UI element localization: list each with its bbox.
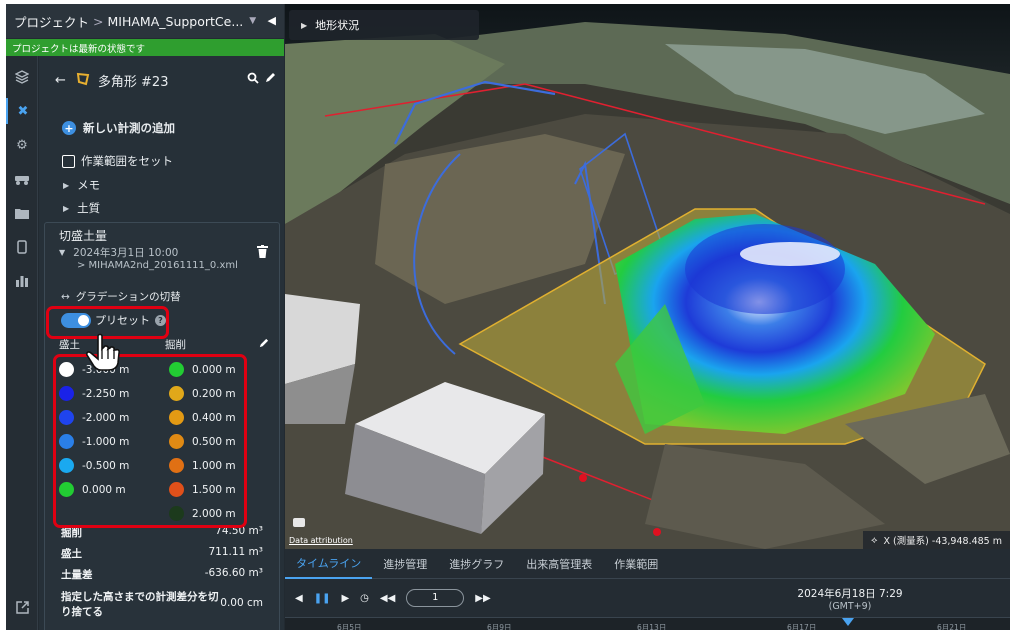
speed-input[interactable]: 1	[406, 589, 465, 607]
timeline-tab[interactable]: 作業範囲	[603, 549, 669, 579]
stat-label: 盛土	[61, 548, 82, 560]
device-icon[interactable]	[6, 234, 38, 260]
chart-icon[interactable]	[6, 268, 38, 294]
timeline-tick-label: 6月13日	[637, 623, 667, 630]
app-window: プロジェクト > MIHAMA_SupportCe... ▼ ◀ プロジェクトは…	[6, 4, 1010, 630]
add-measurement-label: 新しい計測の追加	[83, 121, 175, 135]
soil-label: 土質	[77, 201, 101, 215]
rewind-icon[interactable]: ◀◀	[380, 593, 395, 604]
coordinate-value: X (測量系) -43,948.485 m	[883, 536, 1002, 547]
cut-header: 掘削	[165, 339, 186, 351]
timeline-tab[interactable]: タイムライン	[285, 549, 373, 579]
gradient-toggle-row[interactable]: ↔ グラデーションの切替	[61, 289, 181, 304]
timeline-tab[interactable]: 出来高管理表	[515, 549, 603, 579]
timeline-tabs: タイムライン 進捗管理 進捗グラフ 出来高管理表 作業範囲	[285, 549, 1010, 579]
terrain-status-label: 地形状況	[315, 19, 360, 32]
memo-section[interactable]: ▶ メモ	[63, 177, 100, 193]
plus-icon: +	[62, 121, 76, 135]
timeline-panel: タイムライン 進捗管理 進捗グラフ 出来高管理表 作業範囲 ◀ ❚❚ ▶ ◷ ◀◀ 1 …	[285, 549, 1010, 630]
timezone: (GMT+9)	[828, 601, 872, 612]
tool-rail: ✖ ⚙	[6, 56, 38, 630]
trash-icon[interactable]	[257, 245, 268, 258]
terrain-map-viewport[interactable]: ▶ 地形状況 Data attribution ⟡ X (測量系) -43,94…	[285, 4, 1010, 549]
timeline-tick-label: 6月5日	[337, 623, 362, 630]
gradient-toggle-label: グラデーションの切替	[75, 291, 181, 303]
stat-value: -636.60 m³	[204, 567, 263, 579]
step-back-icon[interactable]: ◀	[295, 593, 303, 604]
stat-label: 土量差	[61, 569, 93, 581]
pause-icon[interactable]: ❚❚	[314, 593, 331, 604]
card-date: 2024年3月1日 10:00	[73, 247, 179, 259]
data-attribution-link[interactable]: Data attribution	[289, 536, 353, 545]
caret-right-icon: ▶	[301, 20, 308, 30]
legend-highlight	[53, 354, 247, 528]
camera-icon[interactable]	[293, 518, 305, 527]
cutoff-label-2: り捨てる	[61, 606, 103, 618]
crosshair-icon: ⟡	[871, 534, 878, 546]
timeline-tick-label: 6月21日	[937, 623, 967, 630]
stat-value: 711.11 m³	[208, 546, 263, 558]
breadcrumb-project[interactable]: プロジェクト	[14, 12, 89, 31]
play-icon[interactable]: ▶	[341, 593, 349, 604]
hand-cursor-icon	[86, 333, 120, 374]
folder-icon[interactable]	[6, 200, 38, 226]
pencil-icon[interactable]	[264, 72, 276, 84]
gear-icon[interactable]: ⚙	[6, 132, 38, 158]
page-title: 多角形 #23	[97, 75, 169, 90]
caret-right-icon: ▶	[63, 180, 70, 190]
terrain-scene	[285, 4, 1010, 549]
add-measurement-button[interactable]: + 新しい計測の追加	[62, 120, 175, 136]
project-name[interactable]: MIHAMA_SupportCe...	[108, 14, 244, 29]
fill-header: 盛土	[59, 339, 80, 351]
timeline-tab[interactable]: 進捗グラフ	[438, 549, 515, 579]
checkbox-icon	[62, 154, 75, 168]
vehicle-icon[interactable]	[6, 166, 38, 192]
edit-legend-icon[interactable]	[258, 338, 269, 349]
caret-right-icon: ▶	[63, 203, 70, 213]
arrow-left-icon[interactable]: ←	[55, 73, 66, 88]
caret-down-icon: ▼	[59, 248, 66, 257]
work-area-label: 作業範囲をセット	[81, 154, 173, 168]
export-icon[interactable]	[6, 594, 38, 620]
fast-forward-icon[interactable]: ▶▶	[475, 593, 490, 604]
timeline-ruler[interactable]: 6月5日 6月9日 6月13日 6月17日 6月21日	[285, 617, 1010, 630]
project-header: プロジェクト > MIHAMA_SupportCe... ▼ ◀	[6, 4, 284, 38]
timeline-tick-label: 6月9日	[487, 623, 512, 630]
polygon-icon	[76, 72, 90, 90]
coordinate-readout[interactable]: ⟡ X (測量系) -43,948.485 m	[863, 531, 1010, 549]
soil-section[interactable]: ▶ 土質	[63, 200, 100, 216]
playback-controls: ◀ ❚❚ ▶ ◷ ◀◀ 1 ▶▶	[295, 589, 491, 607]
timeline-tab[interactable]: 進捗管理	[372, 549, 438, 579]
search-icon[interactable]	[247, 72, 259, 84]
collapse-left-icon[interactable]: ◀	[268, 14, 276, 27]
layers-icon[interactable]	[6, 64, 38, 90]
card-date-row[interactable]: ▼ 2024年3月1日 10:00	[59, 245, 178, 260]
swap-icon: ↔	[61, 290, 70, 303]
terrain-status-chip[interactable]: ▶ 地形状況	[289, 10, 479, 40]
timeline-tick-label: 6月17日	[787, 623, 817, 630]
status-banner: プロジェクトは最新の状態です	[6, 39, 284, 56]
measure-tools-icon[interactable]: ✖	[6, 98, 38, 124]
breadcrumb-separator: >	[93, 13, 104, 29]
card-file: > MIHAMA2nd_20161111_0.xml	[77, 260, 238, 271]
card-title: 切盛土量	[59, 229, 108, 243]
current-datetime: 2024年6月18日 7:29	[797, 588, 903, 600]
measurement-panel: ← 多角形 #23 + 新しい計測の追加 作業範囲をセット ▶ メモ ▶ 土質	[39, 56, 284, 630]
cutoff-value[interactable]: 0.00 cm	[195, 597, 263, 609]
playhead-marker[interactable]	[842, 618, 854, 626]
memo-label: メモ	[77, 178, 101, 192]
chevron-down-icon[interactable]: ▼	[249, 16, 256, 26]
clock-icon[interactable]: ◷	[360, 593, 369, 604]
work-area-checkbox[interactable]: 作業範囲をセット	[62, 153, 173, 169]
